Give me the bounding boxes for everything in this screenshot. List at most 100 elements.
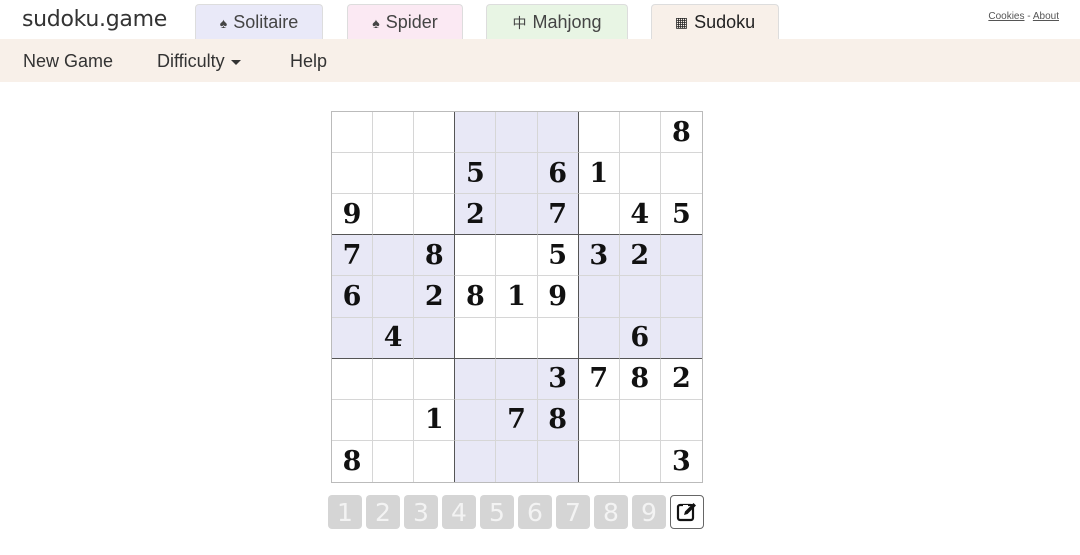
sudoku-cell[interactable]: 5: [660, 194, 702, 236]
sudoku-cell[interactable]: [373, 358, 415, 400]
sudoku-cell[interactable]: 8: [660, 112, 702, 154]
sudoku-cell[interactable]: 1: [496, 276, 538, 318]
difficulty-dropdown[interactable]: Difficulty: [157, 51, 241, 72]
sudoku-cell[interactable]: 2: [660, 359, 702, 400]
sudoku-cell[interactable]: 9: [537, 276, 579, 318]
sudoku-cell[interactable]: [578, 317, 620, 359]
tab-spider[interactable]: ♠ Spider: [347, 4, 463, 40]
sudoku-cell[interactable]: [373, 153, 415, 195]
sudoku-cell[interactable]: [332, 112, 374, 154]
sudoku-cell[interactable]: [332, 399, 374, 441]
sudoku-cell[interactable]: [496, 358, 538, 400]
sudoku-cell[interactable]: [660, 317, 702, 359]
sudoku-cell[interactable]: [455, 235, 497, 277]
sudoku-cell[interactable]: 8: [332, 440, 374, 482]
sudoku-cell[interactable]: [496, 440, 538, 482]
sudoku-cell[interactable]: 3: [661, 441, 702, 482]
sudoku-cell[interactable]: [537, 317, 579, 359]
sudoku-cell[interactable]: 5: [455, 153, 497, 195]
sudoku-cell[interactable]: 2: [455, 194, 497, 236]
site-logo[interactable]: sudoku.game: [22, 7, 167, 32]
sudoku-cell[interactable]: [414, 358, 456, 400]
sudoku-cell[interactable]: [496, 235, 538, 277]
sudoku-cell[interactable]: [619, 399, 661, 441]
sudoku-cell[interactable]: 9: [332, 194, 374, 236]
sudoku-cell[interactable]: [660, 235, 702, 277]
sudoku-cell[interactable]: [332, 317, 374, 359]
sudoku-cell[interactable]: [455, 112, 497, 154]
number-key[interactable]: 8: [594, 495, 628, 529]
number-key[interactable]: 6: [518, 495, 552, 529]
sudoku-cell[interactable]: 8: [455, 276, 497, 318]
sudoku-cell[interactable]: [619, 276, 661, 318]
sudoku-cell[interactable]: 7: [332, 235, 374, 277]
about-link[interactable]: About: [1033, 11, 1059, 22]
number-key[interactable]: 9: [632, 495, 666, 529]
number-key[interactable]: 2: [366, 495, 400, 529]
help-button[interactable]: Help: [290, 51, 327, 72]
sudoku-cell[interactable]: 7: [496, 399, 538, 441]
sudoku-cell[interactable]: 7: [537, 194, 579, 236]
sudoku-cell[interactable]: 3: [578, 235, 620, 277]
sudoku-cell[interactable]: 6: [619, 317, 661, 359]
sudoku-cell[interactable]: [414, 153, 456, 195]
sudoku-cell[interactable]: [414, 194, 456, 236]
new-game-button[interactable]: New Game: [23, 51, 113, 72]
sudoku-cell[interactable]: [496, 317, 538, 359]
sudoku-cell[interactable]: [496, 153, 538, 195]
pencil-edit-icon[interactable]: [670, 495, 704, 529]
sudoku-cell[interactable]: [660, 400, 702, 441]
sudoku-cell[interactable]: [619, 112, 661, 154]
sudoku-cell[interactable]: 3: [537, 358, 579, 400]
sudoku-cell[interactable]: [496, 194, 538, 236]
sudoku-cell[interactable]: [620, 440, 661, 482]
sudoku-cell[interactable]: [332, 358, 374, 400]
sudoku-cell[interactable]: 8: [537, 399, 579, 441]
sudoku-cell[interactable]: [414, 440, 456, 482]
sudoku-cell[interactable]: [414, 317, 456, 359]
sudoku-cell[interactable]: [660, 276, 702, 318]
sudoku-cell[interactable]: [455, 317, 497, 359]
sudoku-cell[interactable]: [496, 112, 538, 154]
number-key[interactable]: 7: [556, 495, 590, 529]
sudoku-cell[interactable]: [373, 194, 415, 236]
sudoku-cell[interactable]: 2: [414, 276, 456, 318]
number-key[interactable]: 4: [442, 495, 476, 529]
number-key[interactable]: 3: [404, 495, 438, 529]
sudoku-cell[interactable]: 4: [373, 317, 415, 359]
sudoku-cell[interactable]: 2: [619, 235, 661, 277]
tab-solitaire[interactable]: ♠ Solitaire: [195, 4, 323, 40]
sudoku-cell[interactable]: [414, 112, 456, 154]
tab-mahjong[interactable]: 中 Mahjong: [486, 4, 628, 40]
sudoku-cell[interactable]: 6: [537, 153, 579, 195]
sudoku-cell[interactable]: [537, 112, 579, 154]
sudoku-cell[interactable]: 7: [578, 358, 620, 400]
sudoku-cell[interactable]: [455, 440, 497, 482]
number-key[interactable]: 5: [480, 495, 514, 529]
sudoku-cell[interactable]: [619, 153, 661, 195]
sudoku-cell[interactable]: [537, 440, 579, 482]
sudoku-cell[interactable]: 5: [537, 235, 579, 277]
sudoku-cell[interactable]: 4: [619, 194, 661, 236]
sudoku-cell[interactable]: [578, 276, 620, 318]
sudoku-cell[interactable]: 6: [332, 276, 374, 318]
sudoku-cell[interactable]: [332, 153, 374, 195]
tab-sudoku[interactable]: ▦ Sudoku: [651, 4, 779, 40]
sudoku-cell[interactable]: 1: [578, 153, 620, 195]
number-key[interactable]: 1: [328, 495, 362, 529]
cookies-link[interactable]: Cookies: [988, 11, 1024, 22]
sudoku-cell[interactable]: [373, 112, 415, 154]
sudoku-cell[interactable]: [579, 440, 620, 482]
sudoku-cell[interactable]: [373, 399, 415, 441]
sudoku-cell[interactable]: [373, 235, 415, 277]
sudoku-cell[interactable]: [373, 440, 415, 482]
sudoku-cell[interactable]: 8: [619, 358, 661, 400]
sudoku-cell[interactable]: [373, 276, 415, 318]
sudoku-cell[interactable]: [578, 399, 620, 441]
sudoku-cell[interactable]: 8: [414, 235, 456, 277]
sudoku-cell[interactable]: [578, 112, 620, 154]
sudoku-cell[interactable]: [455, 358, 497, 400]
sudoku-cell[interactable]: [455, 399, 497, 441]
sudoku-cell[interactable]: [660, 153, 702, 195]
sudoku-cell[interactable]: 1: [414, 399, 456, 441]
